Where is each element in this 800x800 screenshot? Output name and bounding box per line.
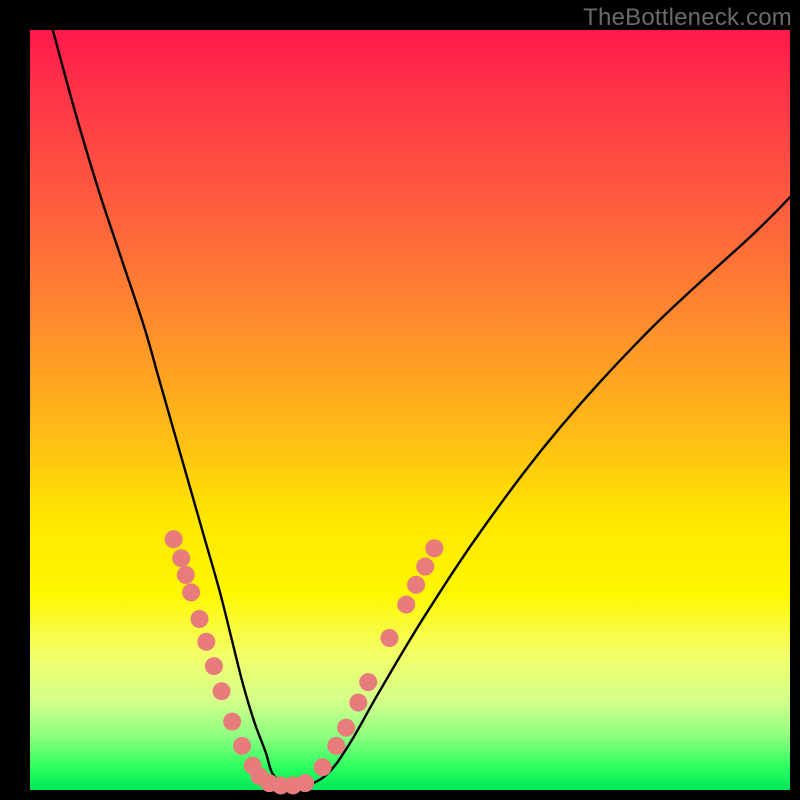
scatter-point — [213, 682, 231, 700]
scatter-point — [197, 633, 215, 651]
scatter-point — [337, 719, 355, 737]
watermark-text: TheBottleneck.com — [583, 4, 792, 32]
scatter-point — [296, 774, 314, 792]
chart-svg — [30, 30, 790, 790]
scatter-point — [177, 566, 195, 584]
scatter-point — [190, 610, 208, 628]
bottleneck-curve — [53, 30, 790, 788]
scatter-point — [223, 713, 241, 731]
scatter-point — [165, 530, 183, 548]
scatter-point — [233, 737, 251, 755]
plot-area — [30, 30, 790, 790]
scatter-point — [407, 576, 425, 594]
chart-frame: TheBottleneck.com — [0, 0, 800, 800]
scatter-point — [425, 539, 443, 557]
scatter-point — [205, 657, 223, 675]
scatter-point — [416, 558, 434, 576]
scatter-point — [314, 758, 332, 776]
scatter-point — [397, 596, 415, 614]
scatter-point — [359, 673, 377, 691]
scatter-point — [327, 737, 345, 755]
scatter-point — [172, 549, 190, 567]
scatter-point — [349, 694, 367, 712]
scatter-point — [380, 629, 398, 647]
highlighted-points — [165, 530, 444, 794]
scatter-point — [182, 583, 200, 601]
